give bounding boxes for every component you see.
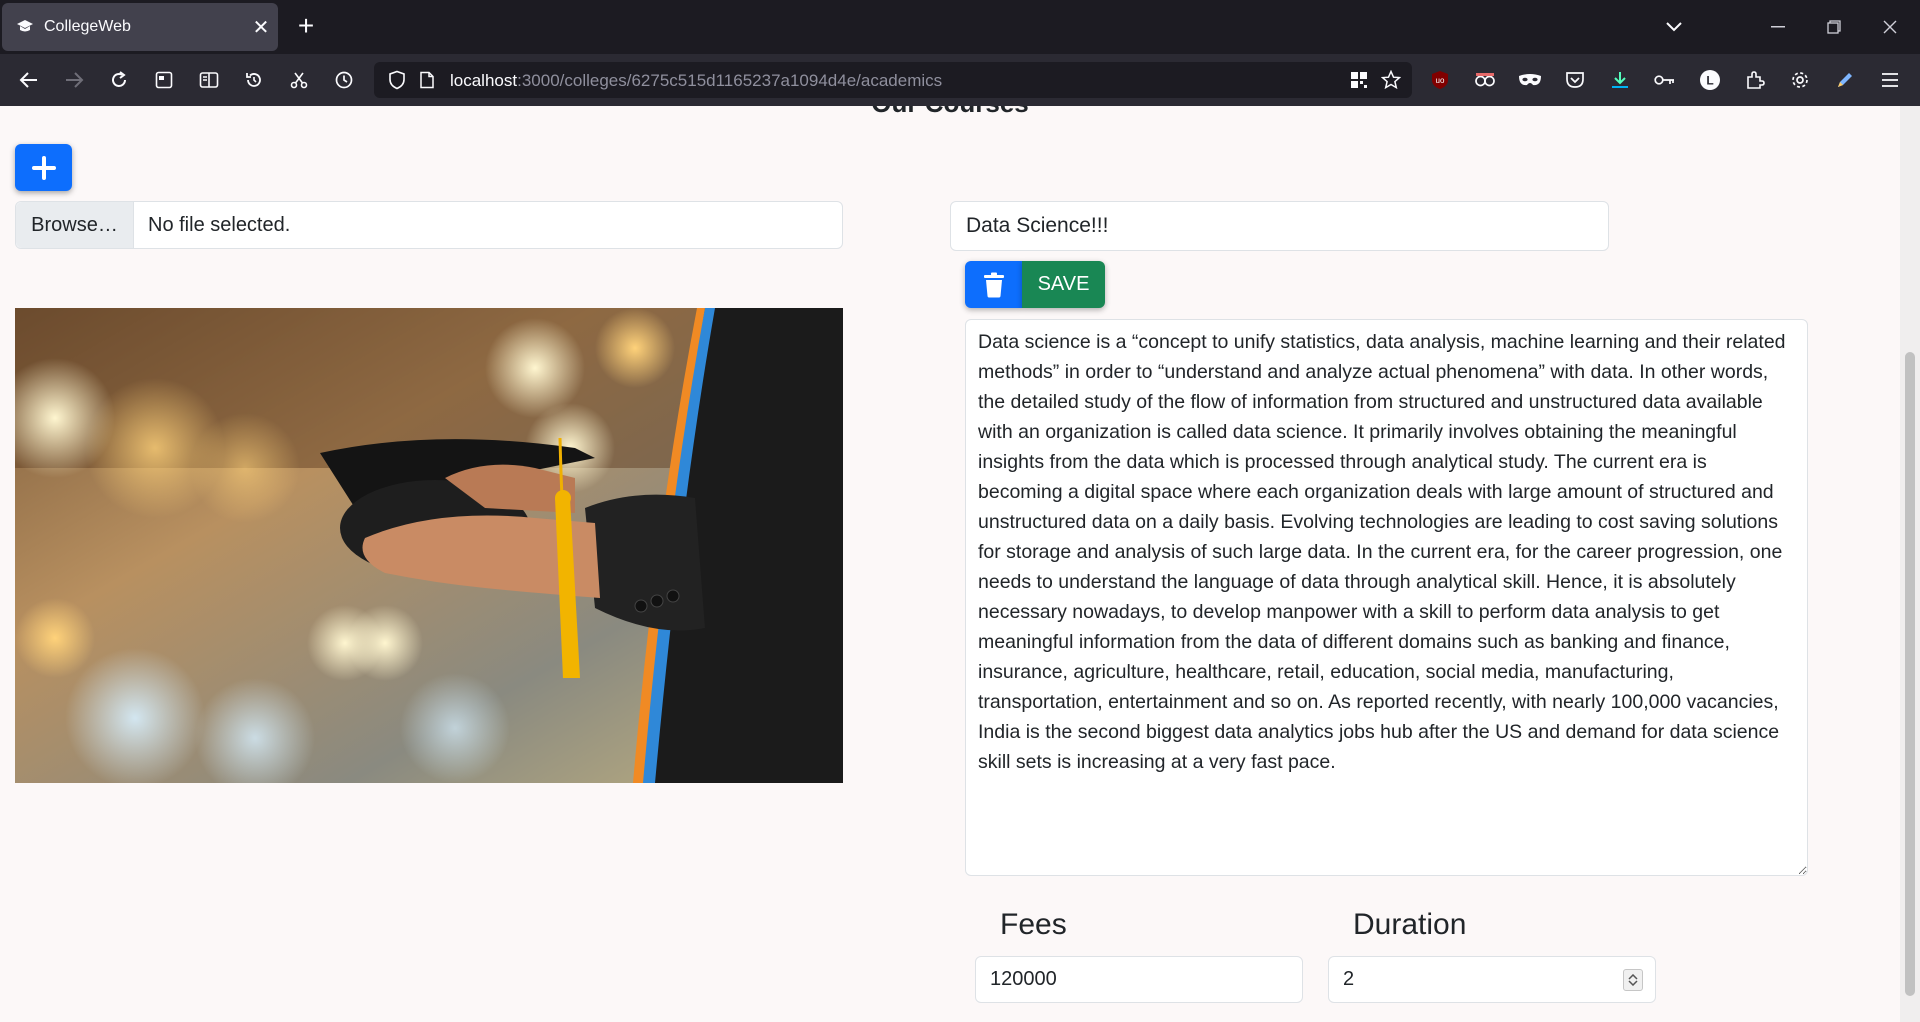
list-tabs-icon[interactable] bbox=[1652, 0, 1696, 54]
url-path: :3000/colleges/6275c515d1165237a1094d4e/… bbox=[517, 71, 943, 90]
pocket-icon[interactable] bbox=[1558, 63, 1592, 97]
file-input[interactable]: Browse… No file selected. bbox=[15, 201, 843, 249]
extensions-icon[interactable] bbox=[1738, 63, 1772, 97]
close-window-icon[interactable] bbox=[1868, 0, 1912, 54]
tab-collegeweb[interactable]: CollegeWeb ✕ bbox=[2, 3, 278, 51]
reload-icon[interactable] bbox=[102, 63, 136, 97]
minimize-icon[interactable] bbox=[1756, 0, 1800, 54]
add-course-button[interactable] bbox=[15, 144, 72, 191]
close-tab-icon[interactable]: ✕ bbox=[244, 15, 278, 40]
trash-icon bbox=[983, 272, 1004, 297]
svg-text:uo: uo bbox=[1436, 76, 1445, 85]
fees-input[interactable]: 120000 bbox=[975, 956, 1303, 1003]
number-spinner[interactable] bbox=[1623, 969, 1643, 991]
mask-icon[interactable] bbox=[1513, 63, 1547, 97]
back-icon[interactable] bbox=[12, 63, 46, 97]
forward-icon[interactable] bbox=[57, 63, 91, 97]
course-title-input[interactable] bbox=[950, 201, 1609, 251]
duration-input[interactable]: 2 bbox=[1328, 956, 1656, 1003]
menu-icon[interactable] bbox=[1873, 63, 1907, 97]
chevron-down-icon[interactable] bbox=[1628, 980, 1638, 986]
browse-button[interactable]: Browse… bbox=[16, 202, 134, 248]
screenshot-icon[interactable] bbox=[282, 63, 316, 97]
download-icon[interactable] bbox=[1603, 63, 1637, 97]
svg-text:L: L bbox=[1706, 74, 1713, 88]
duration-label: Duration bbox=[1353, 908, 1467, 941]
page-scrollbar[interactable] bbox=[1900, 106, 1920, 1022]
extension-icon[interactable] bbox=[1468, 63, 1502, 97]
file-status: No file selected. bbox=[148, 213, 291, 236]
bookmark-sidebar-icon[interactable] bbox=[147, 63, 181, 97]
shield-icon[interactable] bbox=[380, 63, 414, 97]
fees-label: Fees bbox=[1000, 908, 1067, 941]
tab-title: CollegeWeb bbox=[44, 18, 131, 35]
qr-icon[interactable] bbox=[1342, 63, 1376, 97]
restore-icon[interactable] bbox=[1812, 0, 1856, 54]
url-host: localhost bbox=[450, 71, 518, 90]
delete-course-button[interactable] bbox=[965, 261, 1022, 308]
save-button[interactable]: SAVE bbox=[1022, 261, 1105, 308]
history-icon[interactable] bbox=[237, 63, 271, 97]
key-icon[interactable] bbox=[1648, 63, 1682, 97]
section-heading: Our Courses bbox=[0, 106, 1900, 119]
new-tab-button[interactable]: + bbox=[290, 10, 322, 42]
star-icon[interactable] bbox=[1374, 63, 1408, 97]
nav-toolbar: localhost:3000/colleges/6275c515d1165237… bbox=[0, 54, 1920, 106]
scrollbar-thumb[interactable] bbox=[1905, 352, 1915, 996]
reader-icon[interactable] bbox=[192, 63, 226, 97]
course-description-textarea[interactable]: Data science is a “concept to unify stat… bbox=[965, 319, 1808, 876]
clock-icon[interactable] bbox=[327, 63, 361, 97]
page-icon[interactable] bbox=[410, 63, 444, 97]
plus-icon bbox=[31, 155, 56, 180]
url-text: localhost:3000/colleges/6275c515d1165237… bbox=[450, 71, 942, 91]
page-content: Our Courses Browse… No file selected. bbox=[0, 106, 1900, 1022]
settings-icon[interactable] bbox=[1783, 63, 1817, 97]
graduation-cap-icon bbox=[16, 18, 34, 36]
tab-bar: CollegeWeb ✕ + bbox=[0, 0, 1920, 54]
course-image bbox=[15, 308, 843, 783]
ublock-icon[interactable]: uo bbox=[1423, 63, 1457, 97]
duration-value: 2 bbox=[1343, 968, 1355, 990]
url-bar[interactable]: localhost:3000/colleges/6275c515d1165237… bbox=[374, 62, 1412, 98]
pen-icon[interactable] bbox=[1828, 63, 1862, 97]
account-icon[interactable]: L bbox=[1693, 63, 1727, 97]
fees-value: 120000 bbox=[990, 968, 1057, 990]
